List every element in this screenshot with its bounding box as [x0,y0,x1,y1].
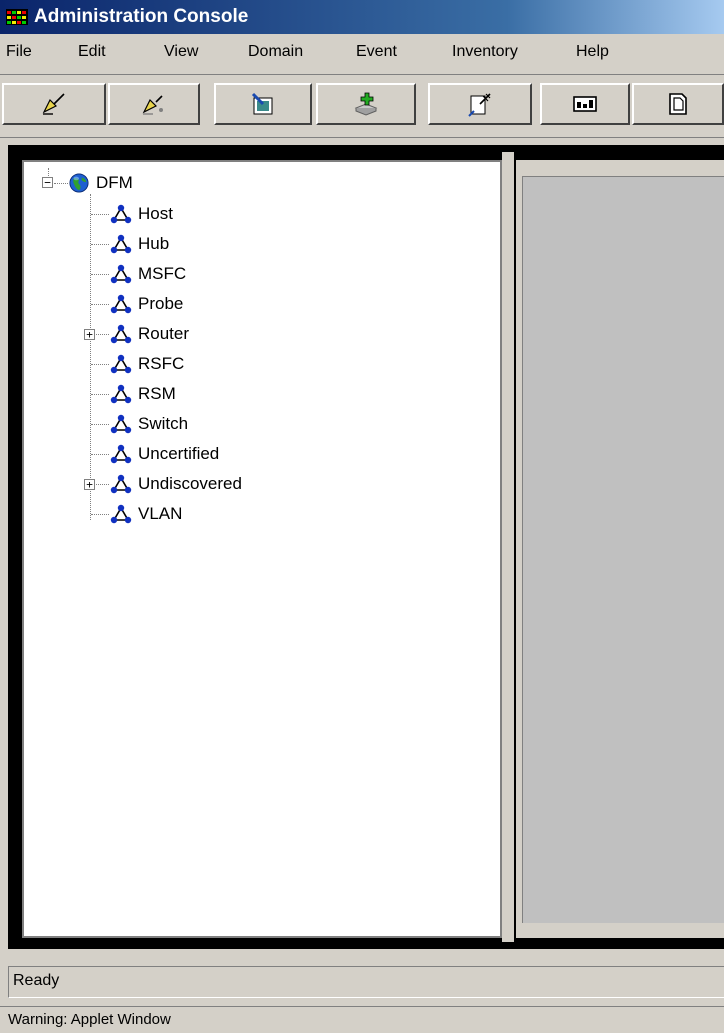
network-node-icon [110,444,132,464]
tree-node-switch[interactable]: Switch [110,410,188,438]
detail-panel [522,176,724,923]
status-text: Ready [13,972,60,989]
tree-node-label: MSFC [138,264,187,283]
tree-line [91,364,109,365]
network-node-icon [110,474,132,494]
new-window-button[interactable] [632,83,724,125]
tree-node-vlan[interactable]: VLAN [110,500,182,528]
new-window-icon [669,93,687,115]
network-node-icon [110,264,132,284]
title-bar: Administration Console [0,0,724,34]
tree-node-msfc[interactable]: MSFC [110,260,186,288]
menu-file[interactable]: File [6,43,32,61]
network-node-icon [110,384,132,404]
menu-view[interactable]: View [164,43,198,61]
tree-line [91,424,109,425]
connect-button[interactable] [2,83,106,125]
tree-node-host[interactable]: Host [110,200,173,228]
status-bar: Ready [8,966,724,998]
globe-icon [69,173,89,193]
tree-node-label: DFM [96,173,133,192]
applet-warning-text: Warning: Applet Window [8,1011,171,1028]
tree-node-label: Undiscovered [138,474,242,493]
network-node-icon [110,354,132,374]
connect-icon [42,93,65,115]
tree-line [91,214,109,215]
network-node-icon [110,204,132,224]
tree-node-rsfc[interactable]: RSFC [110,350,184,378]
expand-toggle-undiscovered[interactable]: + [84,479,95,490]
add-icon [354,92,378,116]
applet-warning-bar: Warning: Applet Window [0,1006,724,1033]
network-node-icon [110,234,132,254]
expand-toggle-router[interactable]: + [84,329,95,340]
collapse-toggle-dfm[interactable]: − [42,177,53,188]
window-title: Administration Console [34,6,249,27]
domain-tree [22,160,502,938]
menu-inventory[interactable]: Inventory [452,43,518,61]
tree-node-label: Router [138,324,190,343]
menu-domain[interactable]: Domain [248,43,303,61]
display-icon [573,96,597,112]
tree-node-probe[interactable]: Probe [110,290,183,318]
configure-button[interactable] [428,83,532,125]
add-button[interactable] [316,83,416,125]
tree-node-router[interactable]: Router [110,320,189,348]
network-node-icon [110,504,132,524]
disconnect-icon [142,95,163,115]
menu-bar: File Edit View Domain Event Inventory He… [0,34,724,75]
toolbar [0,75,724,138]
tree-node-label: RSM [138,384,176,403]
tree-line [91,244,109,245]
disconnect-button[interactable] [108,83,200,125]
tree-line [91,274,109,275]
app-icon [6,9,28,25]
tree-node-uncertified[interactable]: Uncertified [110,440,219,468]
menu-edit[interactable]: Edit [78,43,106,61]
network-node-icon [110,414,132,434]
tree-node-label: Hub [138,234,170,253]
tree-line [54,183,68,184]
tree-line [91,514,109,515]
tree-node-dfm[interactable]: DFM [68,169,133,197]
edit-domain-button[interactable] [214,83,312,125]
configure-icon [468,93,491,117]
tree-node-label: Host [138,204,173,223]
tree-node-hub[interactable]: Hub [110,230,169,258]
tree-line [91,394,109,395]
tree-node-label: VLAN [138,504,183,523]
pane-splitter[interactable] [502,152,514,942]
tree-node-undiscovered[interactable]: Undiscovered [110,470,242,498]
tree-node-label: Probe [138,294,184,313]
edit-domain-icon [251,92,273,115]
display-button[interactable] [540,83,630,125]
tree-line [91,454,109,455]
menu-help[interactable]: Help [576,43,609,61]
tree-node-label: RSFC [138,354,185,373]
tree-node-label: Switch [138,414,189,433]
tree-line [90,194,91,520]
network-node-icon [110,294,132,314]
network-node-icon [110,324,132,344]
tree-node-rsm[interactable]: RSM [110,380,176,408]
tree-node-label: Uncertified [138,444,220,463]
menu-event[interactable]: Event [356,43,397,61]
tree-line [91,304,109,305]
